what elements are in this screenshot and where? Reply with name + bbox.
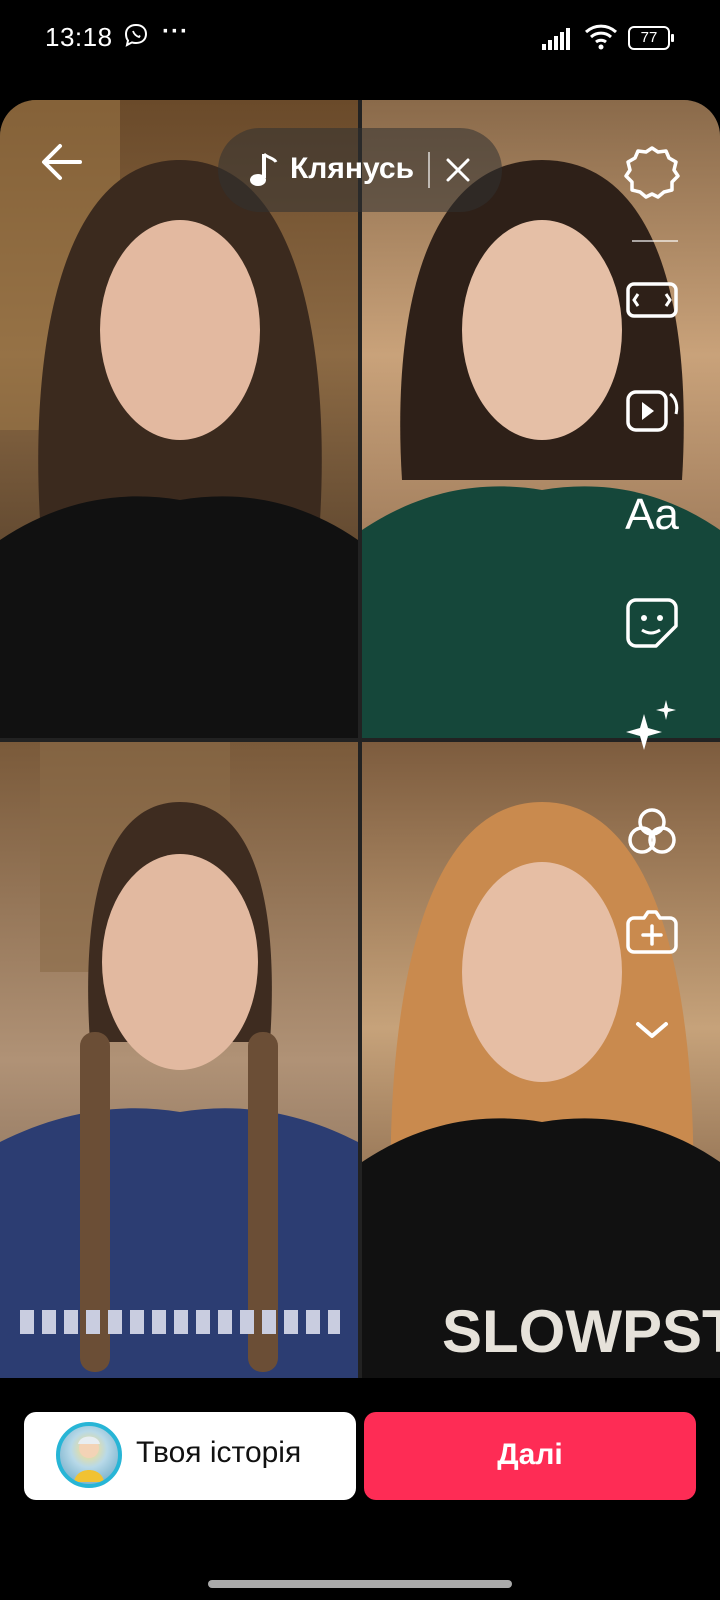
- status-time: 13:18: [45, 22, 113, 52]
- video-preview[interactable]: SLOWPST: [0, 100, 720, 1378]
- wifi-icon: [584, 24, 618, 50]
- template-icon: [626, 390, 679, 432]
- your-story-button[interactable]: Твоя історія: [24, 1412, 356, 1500]
- sound-name: Клянусь: [290, 152, 415, 185]
- portrait-image: [0, 742, 358, 1378]
- home-indicator[interactable]: [208, 1580, 512, 1588]
- add-overlay-icon: [626, 910, 678, 954]
- resize-button[interactable]: [622, 270, 682, 330]
- status-more-dots: ···: [162, 18, 189, 45]
- settings-button[interactable]: [622, 142, 682, 202]
- next-label: Далі: [497, 1438, 563, 1471]
- battery-level: 77: [640, 29, 658, 46]
- avatar: [56, 1422, 122, 1488]
- add-overlay-button[interactable]: [622, 902, 682, 962]
- template-button[interactable]: [622, 380, 682, 440]
- filters-icon: [628, 808, 676, 854]
- filters-button[interactable]: [622, 802, 682, 862]
- your-story-label: Твоя історія: [136, 1436, 302, 1469]
- toolbar-separator: [632, 240, 678, 242]
- expand-chevron-icon: [636, 1022, 668, 1038]
- settings-icon: [624, 146, 680, 199]
- expand-toolbar-button[interactable]: [622, 1000, 682, 1060]
- effects-icon: [626, 700, 676, 750]
- music-note-icon: [250, 152, 278, 186]
- viber-icon: [124, 23, 148, 47]
- status-bar: 13:18 ··· 77: [0, 0, 720, 80]
- svg-text:SLOWPST: SLOWPST: [442, 1298, 720, 1365]
- effects-button[interactable]: [622, 696, 682, 756]
- text-button[interactable]: Aa: [622, 486, 682, 546]
- pill-divider: [428, 152, 430, 188]
- text-icon: Aa: [625, 490, 679, 539]
- close-icon[interactable]: [444, 156, 472, 184]
- sticker-button[interactable]: [622, 592, 682, 652]
- back-arrow-icon[interactable]: [36, 136, 88, 188]
- signal-icon: [542, 28, 570, 50]
- resize-icon: [626, 282, 678, 318]
- add-sound-pill[interactable]: Клянусь: [218, 128, 502, 212]
- next-button[interactable]: Далі: [364, 1412, 696, 1500]
- collage-panel-3: [0, 742, 358, 1378]
- sticker-icon: [626, 598, 678, 648]
- battery-icon: 77: [628, 26, 676, 50]
